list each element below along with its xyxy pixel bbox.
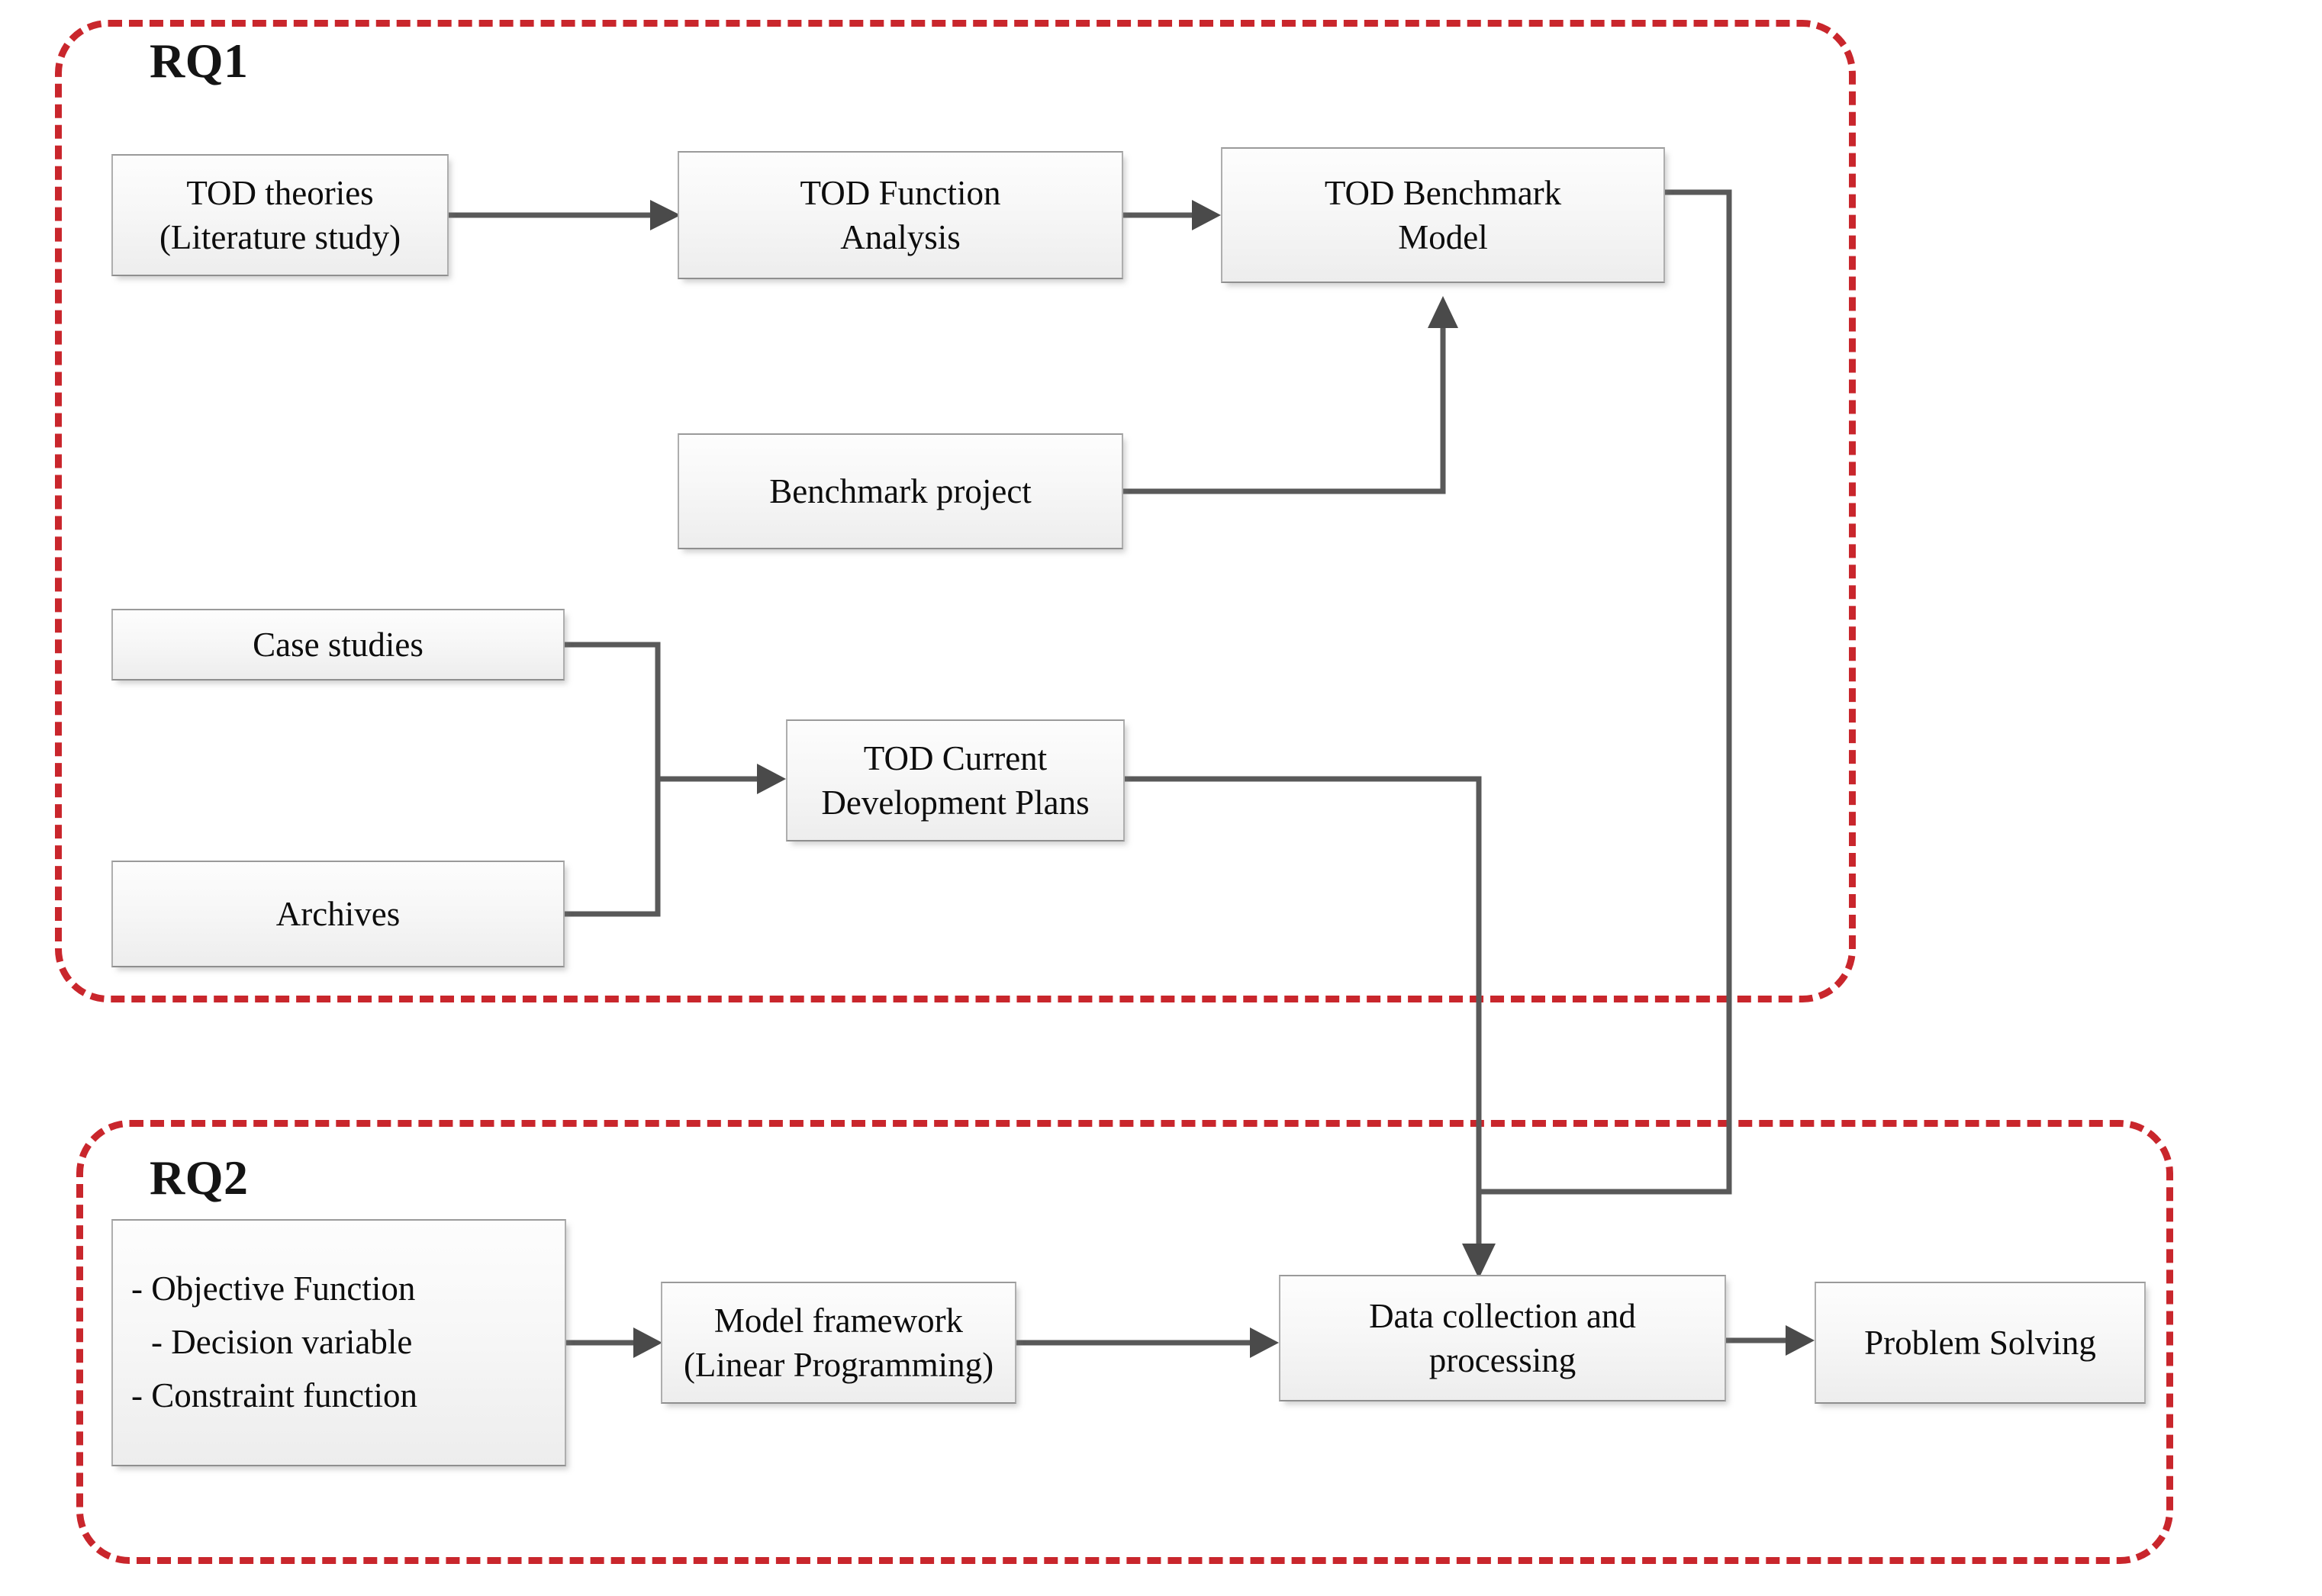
node-label-line: Case studies <box>253 625 423 664</box>
node-benchmark-project[interactable]: Benchmark project <box>678 433 1123 549</box>
node-archives[interactable]: Archives <box>111 861 565 967</box>
node-label-line: - Objective Function <box>131 1269 416 1308</box>
node-label-line: TOD theories <box>186 173 374 212</box>
node-case-studies[interactable]: Case studies <box>111 609 565 681</box>
node-label-line: - Decision variable <box>151 1323 413 1362</box>
node-data-collection-and-processing[interactable]: Data collection and processing <box>1279 1275 1726 1401</box>
node-rq2-model-inputs[interactable]: - Objective Function - Decision variable… <box>111 1219 566 1466</box>
node-label-line: Model framework <box>713 1301 964 1340</box>
node-model-framework[interactable]: Model framework (Linear Programming) <box>661 1282 1016 1404</box>
node-tod-current-development-plans[interactable]: TOD Current Development Plans <box>786 719 1125 841</box>
node-label-line: processing <box>1428 1341 1576 1379</box>
node-label-line: Analysis <box>840 218 961 256</box>
node-tod-theories[interactable]: TOD theories (Literature study) <box>111 154 449 276</box>
node-label-line: Development Plans <box>821 784 1090 822</box>
rq2-label: RQ2 <box>150 1150 249 1205</box>
node-label-line: TOD Benchmark <box>1324 173 1562 212</box>
node-tod-benchmark-model[interactable]: TOD Benchmark Model <box>1221 147 1665 283</box>
node-problem-solving[interactable]: Problem Solving <box>1815 1282 2146 1404</box>
node-label-line: (Literature study) <box>159 218 401 256</box>
rq1-label: RQ1 <box>150 34 249 88</box>
node-label-line: Data collection and <box>1369 1296 1636 1335</box>
node-label-line: Problem Solving <box>1864 1323 2096 1362</box>
node-label-line: Benchmark project <box>769 471 1032 510</box>
node-tod-function-analysis[interactable]: TOD Function Analysis <box>678 151 1123 279</box>
node-label-line: TOD Function <box>800 173 1001 212</box>
node-label-line: (Linear Programming) <box>683 1346 994 1384</box>
node-label-line: Archives <box>275 894 401 933</box>
node-label-line: Model <box>1398 218 1488 256</box>
node-label-line: TOD Current <box>863 738 1048 777</box>
node-label-line: - Constraint function <box>131 1376 417 1414</box>
flowchart-canvas: RQ1 RQ2 TOD theories (Literature study) … <box>0 0 2322 1596</box>
